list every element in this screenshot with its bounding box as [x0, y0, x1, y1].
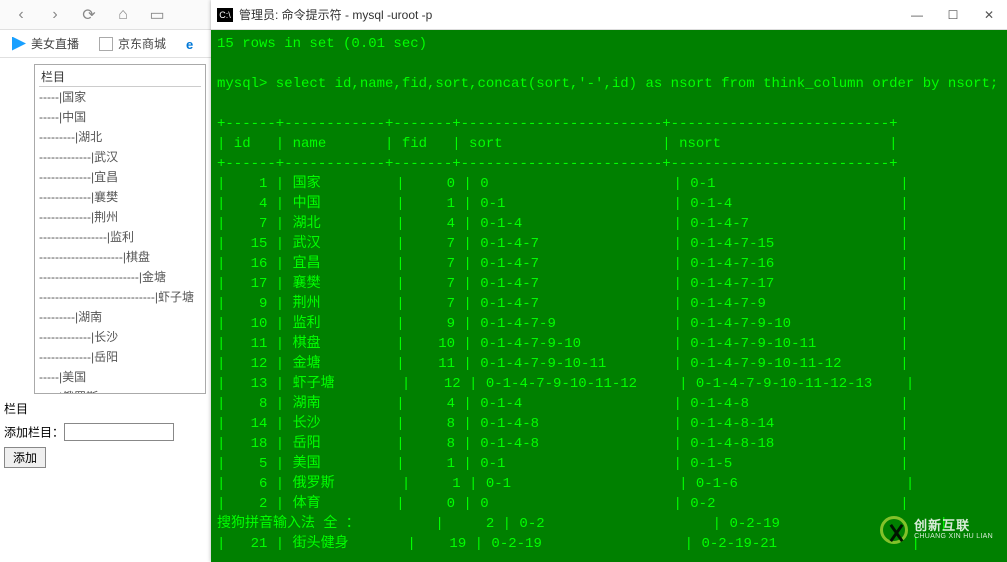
tree-item[interactable]: -------------------------|金塘: [39, 267, 201, 287]
home-button[interactable]: ⌂: [114, 6, 132, 24]
bookmark-item[interactable]: 京东商城: [99, 35, 166, 52]
tree-item[interactable]: ---------|湖北: [39, 127, 201, 147]
refresh-button[interactable]: ⟳: [80, 6, 98, 24]
add-input[interactable]: [64, 423, 174, 441]
add-label: 添加栏目：: [4, 426, 64, 440]
bookmark-label: 美女直播: [31, 35, 79, 52]
tree-item[interactable]: -----------------------------|虾子塘: [39, 287, 201, 307]
tree-title: 栏目: [39, 67, 201, 87]
reader-button[interactable]: ▭: [148, 6, 166, 24]
tree-item[interactable]: -----------------|监利: [39, 227, 201, 247]
tree-item[interactable]: -----|美国: [39, 367, 201, 387]
tree-item[interactable]: -----|中国: [39, 107, 201, 127]
tree-item[interactable]: -----|国家: [39, 87, 201, 107]
bookmark-item[interactable]: e: [186, 37, 205, 51]
tree-item[interactable]: -------------|荆州: [39, 207, 201, 227]
play-icon: [12, 37, 26, 51]
tree-item[interactable]: -----|俄罗斯: [39, 387, 201, 394]
add-button[interactable]: 添加: [4, 447, 46, 468]
cmd-icon: C:\: [217, 8, 233, 22]
tree-item[interactable]: -------------|岳阳: [39, 347, 201, 367]
page-icon: [99, 37, 113, 51]
watermark-logo: 创新互联 CHUANG XIN HU LIAN: [880, 516, 993, 544]
tree-item[interactable]: ---------|湖南: [39, 307, 201, 327]
terminal-output: 15 rows in set (0.01 sec) mysql> select …: [211, 30, 1007, 562]
back-button[interactable]: ‹: [12, 6, 30, 24]
tree-item[interactable]: -------------|襄樊: [39, 187, 201, 207]
minimize-button[interactable]: —: [899, 0, 935, 30]
maximize-button[interactable]: ☐: [935, 0, 971, 30]
edge-icon: e: [186, 37, 200, 51]
tree-item[interactable]: -------------|长沙: [39, 327, 201, 347]
close-button[interactable]: ✕: [971, 0, 1007, 30]
form-label: 栏目: [4, 402, 28, 416]
bookmark-label: 京东商城: [118, 35, 166, 52]
tree-item[interactable]: -------------|武汉: [39, 147, 201, 167]
tree-item[interactable]: -------------|宜昌: [39, 167, 201, 187]
bookmark-item[interactable]: 美女直播: [12, 35, 79, 52]
tree-item[interactable]: ---------------------|棋盘: [39, 247, 201, 267]
forward-button[interactable]: ›: [46, 6, 64, 24]
terminal-title: 管理员: 命令提示符 - mysql -uroot -p: [239, 6, 432, 23]
